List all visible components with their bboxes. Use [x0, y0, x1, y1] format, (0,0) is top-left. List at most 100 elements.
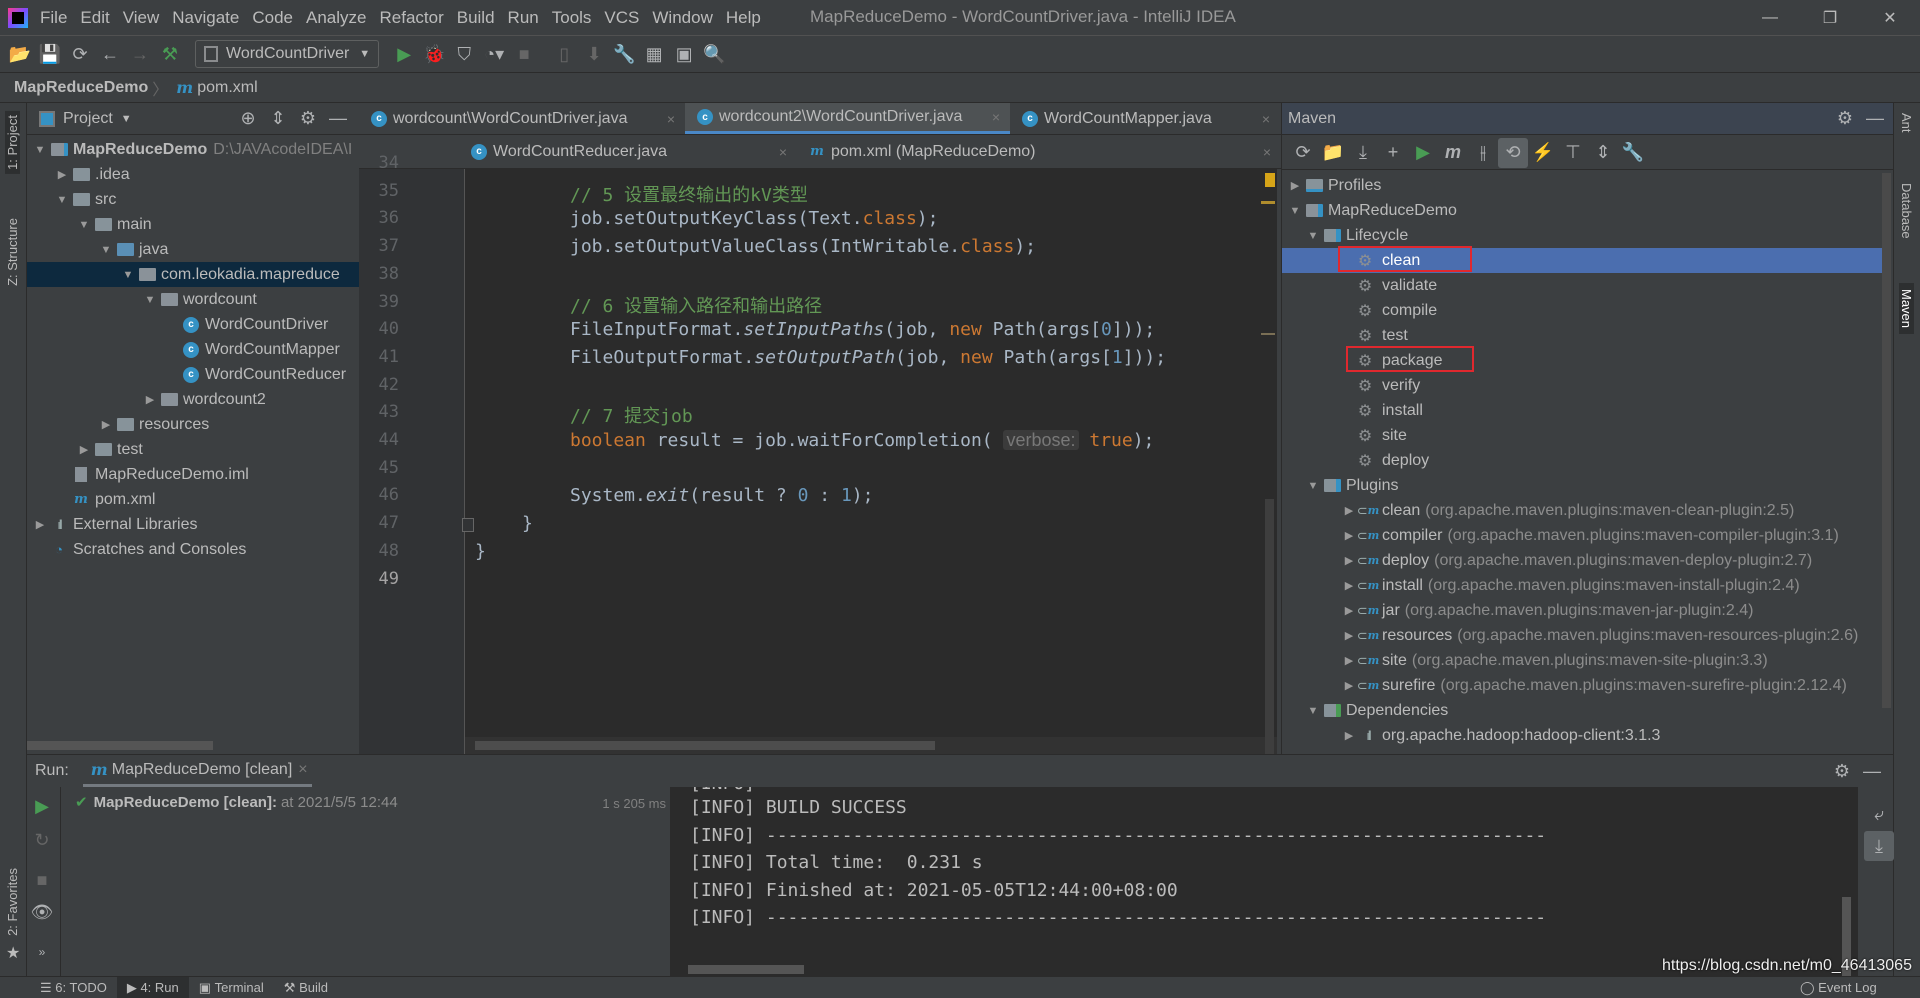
stop-icon[interactable]: ■ — [27, 865, 57, 895]
collapsed-arrow-icon[interactable]: ▶ — [1340, 654, 1358, 667]
project-tree-item[interactable]: ▶ ıll External Libraries — [27, 512, 359, 537]
search-icon[interactable]: 🔍 — [699, 39, 729, 69]
expanded-arrow-icon[interactable]: ▼ — [1304, 230, 1322, 242]
breadcrumb-project[interactable]: MapReduceDemo — [14, 79, 148, 97]
collapsed-arrow-icon[interactable]: ▶ — [97, 418, 115, 431]
editor-horizontal-scrollbar[interactable] — [475, 741, 935, 750]
menu-analyze[interactable]: Analyze — [306, 8, 366, 28]
maven-tool-button[interactable]: Maven — [1899, 283, 1914, 335]
collapsed-arrow-icon[interactable]: ▶ — [1340, 604, 1358, 617]
soft-wrap-icon[interactable]: ⤶ — [1864, 799, 1894, 829]
maven-tree-item[interactable]: ⚙ verify — [1282, 373, 1882, 398]
maven-tree-item[interactable]: ▼ Plugins — [1282, 473, 1882, 498]
coverage-icon[interactable]: ⛉ — [449, 39, 479, 69]
maven-tree-item[interactable]: ⚙ compile — [1282, 298, 1882, 323]
expanded-arrow-icon[interactable]: ▼ — [1286, 205, 1304, 217]
editor-vertical-scrollbar[interactable] — [1265, 499, 1274, 754]
open-icon[interactable]: 📂 — [5, 39, 35, 69]
collapse-all-icon[interactable]: ⇕ — [263, 104, 293, 134]
maven-tree-item[interactable]: ⚙ site — [1282, 423, 1882, 448]
build-tool-button[interactable]: ⚒ Build — [274, 977, 338, 998]
editor-tab[interactable]: c WordCountMapper.java × — [1010, 103, 1280, 134]
maven-tree-item[interactable]: ▶ ⊂ m deploy (org.apache.maven.plugins:maven… — [1282, 548, 1882, 573]
expanded-arrow-icon[interactable]: ▼ — [119, 269, 137, 281]
project-tree-item[interactable]: m pom.xml — [27, 487, 359, 512]
structure-tool-button[interactable]: Z: Structure — [5, 218, 20, 286]
project-view-dropdown[interactable]: Project — [63, 110, 113, 128]
editor-tab[interactable]: m pom.xml (MapReduceDemo) × — [797, 135, 1281, 168]
todo-tool-button[interactable]: ☰ 6: TODO — [30, 977, 117, 998]
build-hammer-icon[interactable]: ⚒ — [155, 39, 185, 69]
editor-tab[interactable]: c wordcount2\WordCountDriver.java × — [685, 103, 1010, 134]
maven-tree-item[interactable]: ▶ ⊂ m resources (org.apache.maven.plugins:ma… — [1282, 623, 1882, 648]
run-config-dropdown[interactable]: WordCountDriver ▼ — [195, 40, 380, 68]
add-icon[interactable]: + — [1378, 138, 1408, 168]
menu-vcs[interactable]: VCS — [604, 8, 639, 28]
execute-goal-icon[interactable]: m — [1438, 138, 1468, 168]
project-tree-item[interactable]: ▶ resources — [27, 412, 359, 437]
toggle-offline-icon[interactable]: ⫲ — [1468, 138, 1498, 168]
forward-icon[interactable]: → — [125, 39, 155, 69]
project-tree-item[interactable]: c WordCountMapper — [27, 337, 359, 362]
project-tree-item[interactable]: ▶ .idea — [27, 162, 359, 187]
maven-tree-item[interactable]: ▼ Dependencies — [1282, 698, 1882, 723]
maven-tree-item[interactable]: ▼ Lifecycle — [1282, 223, 1882, 248]
view-icon[interactable]: 👁 — [27, 897, 57, 927]
maven-scrollbar[interactable] — [1882, 173, 1891, 708]
project-tree-item[interactable]: c WordCountReducer — [27, 362, 359, 387]
close-icon[interactable]: × — [992, 109, 1000, 125]
project-tree-item[interactable]: ▶ test — [27, 437, 359, 462]
wrench-icon[interactable]: 🔧 — [1618, 138, 1648, 168]
project-tree-item[interactable]: ▶ wordcount2 — [27, 387, 359, 412]
maven-tree-item[interactable]: ⚙ test — [1282, 323, 1882, 348]
run-tab[interactable]: m MapReduceDemo [clean] × — [82, 755, 312, 787]
editor-tab[interactable]: c wordcount\WordCountDriver.java × — [359, 103, 685, 134]
gear-icon[interactable]: ⚙ — [293, 104, 323, 134]
maven-tree-item[interactable]: ▼ MapReduceDemo — [1282, 198, 1882, 223]
close-icon[interactable]: × — [298, 761, 307, 779]
close-button[interactable]: ✕ — [1860, 8, 1920, 28]
error-stripe-mark[interactable] — [1261, 333, 1275, 335]
collapsed-arrow-icon[interactable]: ▶ — [31, 518, 49, 531]
collapse-all-icon[interactable]: ⇕ — [1588, 138, 1618, 168]
project-tree-item[interactable]: ▼ main — [27, 212, 359, 237]
collapsed-arrow-icon[interactable]: ▶ — [1340, 629, 1358, 642]
locate-icon[interactable]: ⊕ — [233, 104, 263, 134]
maven-tree-item[interactable]: ▶ ⊂ m jar (org.apache.maven.plugins:maven-ja… — [1282, 598, 1882, 623]
expanded-arrow-icon[interactable]: ▼ — [141, 294, 159, 306]
project-tree-item[interactable]: MapReduceDemo.iml — [27, 462, 359, 487]
maven-tree-item[interactable]: ▶ ⊂ m site (org.apache.maven.plugins:maven-s… — [1282, 648, 1882, 673]
close-icon[interactable]: × — [1262, 111, 1270, 127]
deploy-icon[interactable]: ⬇ — [579, 39, 609, 69]
menu-help[interactable]: Help — [726, 8, 761, 28]
maven-tree-item[interactable]: ⚙ validate — [1282, 273, 1882, 298]
maven-tree-item[interactable]: ▶ ⊂ m clean (org.apache.maven.plugins:maven-… — [1282, 498, 1882, 523]
maven-tree-item[interactable]: ⚙ deploy — [1282, 448, 1882, 473]
project-tree-item[interactable]: ▼ MapReduceDemo D:\JAVAcodeIDEA\I — [27, 137, 359, 162]
project-tree-item[interactable]: ▼ java — [27, 237, 359, 262]
menu-tools[interactable]: Tools — [552, 8, 592, 28]
error-stripe-mark[interactable] — [1261, 201, 1275, 204]
stop-icon[interactable]: ■ — [509, 39, 539, 69]
project-tree-item[interactable]: ▼ com.leokadia.mapreduce — [27, 262, 359, 287]
run-icon[interactable]: ▶ — [1408, 138, 1438, 168]
restore-button[interactable]: ❐ — [1800, 8, 1860, 28]
menu-edit[interactable]: Edit — [80, 8, 109, 28]
ant-tool-button[interactable]: Ant — [1899, 113, 1914, 133]
run-icon[interactable]: ▶ — [389, 39, 419, 69]
editor-tab[interactable]: c WordCountReducer.java × — [459, 135, 797, 168]
expanded-arrow-icon[interactable]: ▼ — [53, 194, 71, 206]
settings-wrench-icon[interactable]: 🔧 — [609, 39, 639, 69]
project-tree-item[interactable]: ◔ Scratches and Consoles — [27, 537, 359, 562]
collapsed-arrow-icon[interactable]: ▶ — [1340, 579, 1358, 592]
project-tree-item[interactable]: ▼ src — [27, 187, 359, 212]
favorites-tool-button[interactable]: 2: Favorites — [5, 868, 20, 936]
terminal-icon[interactable]: ▣ — [669, 39, 699, 69]
collapsed-arrow-icon[interactable]: ▶ — [141, 393, 159, 406]
maven-tree-item[interactable]: ▶ ⊂ m surefire (org.apache.maven.plugins:mav… — [1282, 673, 1882, 698]
menu-window[interactable]: Window — [652, 8, 712, 28]
project-tree-item[interactable]: c WordCountDriver — [27, 312, 359, 337]
event-log-button[interactable]: ◯ Event Log — [1800, 980, 1877, 996]
menu-view[interactable]: View — [123, 8, 160, 28]
close-icon[interactable]: × — [1263, 144, 1271, 160]
